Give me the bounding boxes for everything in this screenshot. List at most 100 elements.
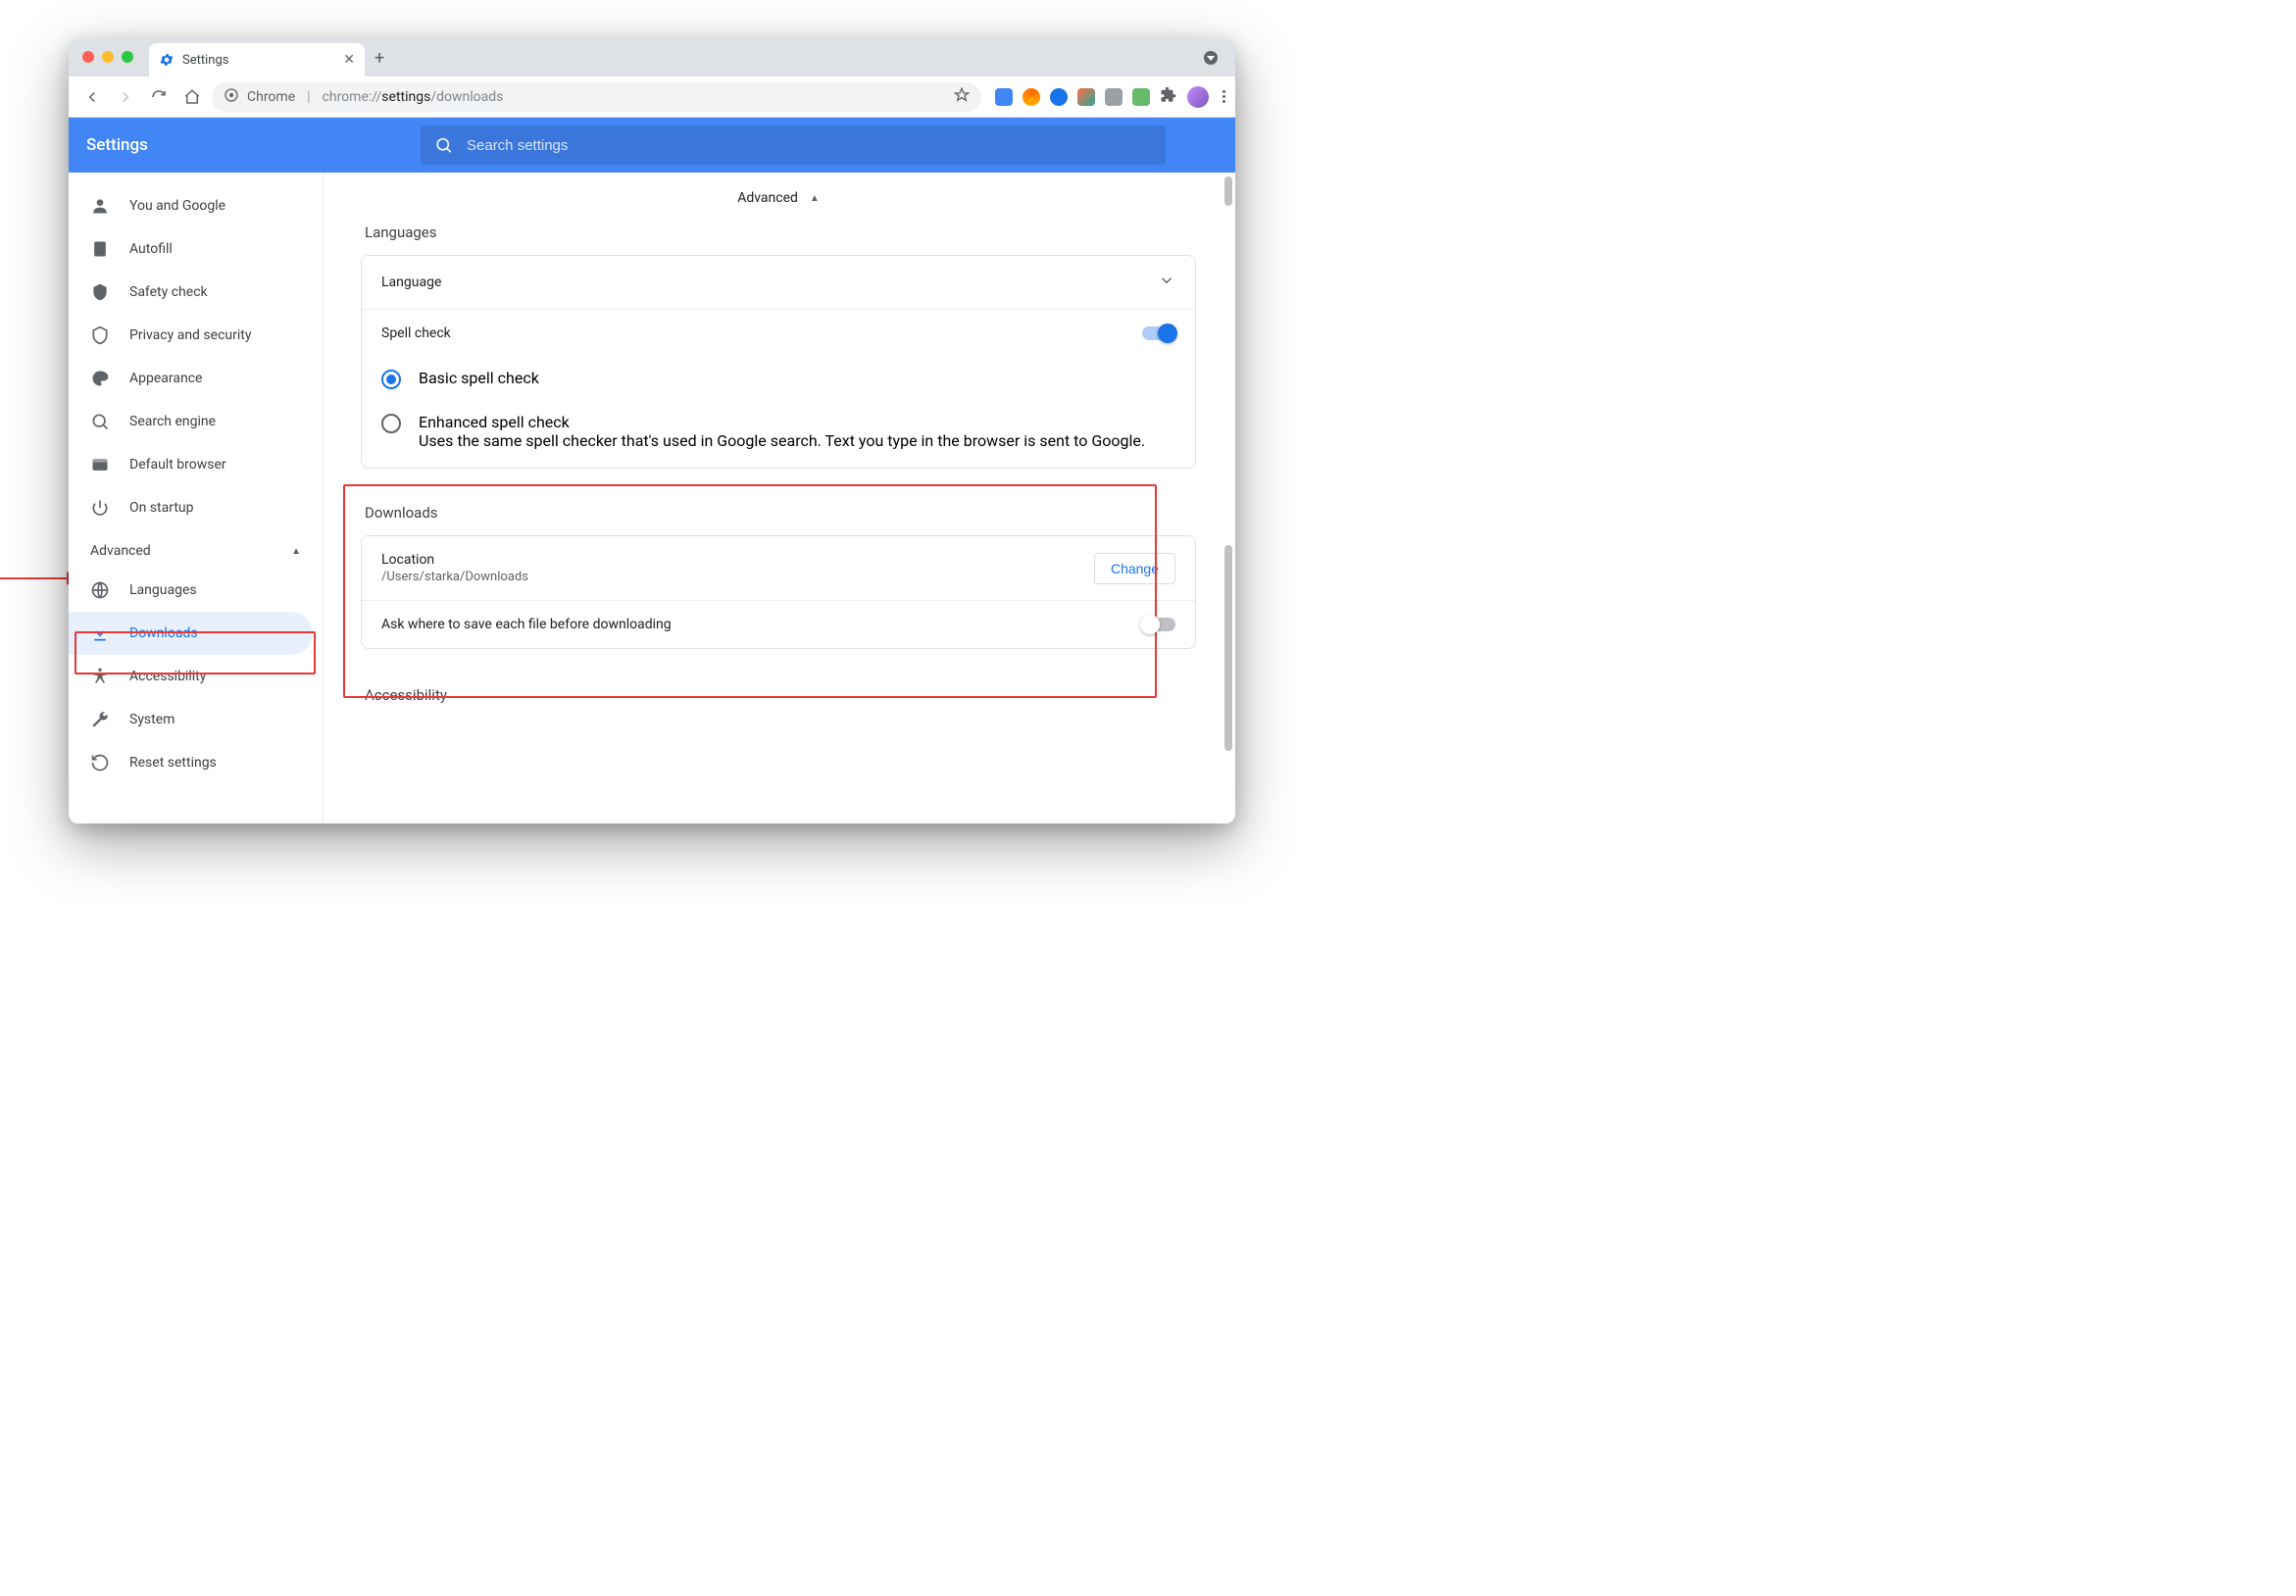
option-description: Uses the same spell checker that's used …	[419, 431, 1145, 450]
sidebar-item-label: Search engine	[129, 414, 216, 429]
downloads-card: Location /Users/starka/Downloads Change …	[361, 535, 1196, 649]
gear-icon	[159, 52, 175, 68]
browser-icon	[90, 455, 110, 474]
sidebar-item-label: Appearance	[129, 371, 202, 386]
extension-icon[interactable]	[1077, 88, 1095, 106]
browser-tab[interactable]: Settings ✕	[149, 43, 365, 76]
languages-card: Language Spell check Basic spell check E…	[361, 255, 1196, 469]
search-icon	[434, 135, 453, 155]
sidebar-item-label: Languages	[129, 582, 197, 598]
extension-icon[interactable]	[1050, 88, 1068, 106]
reload-button[interactable]	[145, 83, 173, 111]
address-bar[interactable]: Chrome | chrome://settings/downloads	[212, 82, 981, 112]
radio-button[interactable]	[381, 370, 401, 389]
sidebar-item-label: Default browser	[129, 457, 226, 473]
row-label: Location	[381, 552, 528, 568]
globe-icon	[90, 580, 110, 600]
sidebar-item-label: You and Google	[129, 198, 225, 214]
extension-icons	[995, 86, 1225, 108]
extensions-puzzle-icon[interactable]	[1160, 86, 1177, 108]
sidebar-item-label: Autofill	[129, 241, 173, 257]
profile-avatar[interactable]	[1187, 86, 1209, 108]
sidebar-item-downloads[interactable]: Downloads	[69, 612, 313, 655]
download-icon	[90, 623, 110, 643]
shield-check-icon	[90, 282, 110, 302]
sidebar-advanced-label: Advanced	[90, 543, 151, 559]
sidebar-item-label: Accessibility	[129, 669, 206, 684]
tab-title: Settings	[182, 53, 228, 68]
sidebar-item-reset[interactable]: Reset settings	[69, 741, 323, 784]
extension-icon[interactable]	[1132, 88, 1150, 106]
incognito-indicator-icon[interactable]	[1204, 51, 1218, 65]
sidebar-item-languages[interactable]: Languages	[69, 569, 323, 612]
close-window-button[interactable]	[82, 51, 94, 63]
sidebar-item-default-browser[interactable]: Default browser	[69, 443, 323, 486]
settings-appbar: Settings	[69, 118, 1235, 173]
annotation-arrow	[0, 572, 78, 585]
page-title: Settings	[86, 135, 148, 155]
shield-icon	[90, 325, 110, 345]
change-location-button[interactable]: Change	[1094, 553, 1175, 584]
row-label: Spell check	[381, 325, 451, 341]
forward-button[interactable]	[112, 83, 139, 111]
sidebar-item-accessibility[interactable]: Accessibility	[69, 655, 323, 698]
bookmark-star-icon[interactable]	[954, 87, 970, 107]
sidebar-item-label: Reset settings	[129, 755, 217, 771]
section-title-accessibility: Accessibility	[365, 686, 1196, 704]
back-button[interactable]	[78, 83, 106, 111]
window-titlebar: Settings ✕ +	[69, 39, 1235, 76]
sidebar-item-label: Downloads	[129, 625, 198, 641]
chevron-up-icon: ▲	[810, 193, 820, 204]
ask-before-download-toggle[interactable]	[1142, 618, 1175, 631]
extension-icon[interactable]	[995, 88, 1013, 106]
section-title-downloads: Downloads	[365, 504, 1196, 522]
spellcheck-toggle[interactable]	[1142, 326, 1175, 340]
basic-spellcheck-option[interactable]: Basic spell check	[362, 357, 1195, 401]
row-label: Ask where to save each file before downl…	[381, 617, 672, 632]
enhanced-spellcheck-option[interactable]: Enhanced spell check Uses the same spell…	[362, 401, 1195, 468]
extension-icon[interactable]	[1105, 88, 1123, 106]
sidebar-item-appearance[interactable]: Appearance	[69, 357, 323, 400]
sidebar-item-label: Privacy and security	[129, 327, 251, 343]
scrollbar[interactable]	[1223, 173, 1233, 823]
sidebar-advanced-toggle[interactable]: Advanced ▲	[69, 529, 323, 569]
sidebar-item-safety-check[interactable]: Safety check	[69, 271, 323, 314]
settings-main: Advanced ▲ Languages Language Spell chec…	[324, 173, 1235, 823]
minimize-window-button[interactable]	[102, 51, 114, 63]
chevron-up-icon: ▲	[291, 546, 301, 557]
sidebar-item-label: System	[129, 712, 175, 727]
power-icon	[90, 498, 110, 518]
sidebar-item-label: On startup	[129, 500, 194, 516]
url-chip: Chrome	[247, 89, 295, 105]
search-icon	[90, 412, 110, 431]
close-tab-button[interactable]: ✕	[343, 52, 355, 68]
settings-sidebar: You and Google Autofill Safety check Pri…	[69, 173, 324, 823]
sidebar-item-on-startup[interactable]: On startup	[69, 486, 323, 529]
spellcheck-row: Spell check	[362, 309, 1195, 357]
chrome-menu-button[interactable]	[1223, 90, 1225, 103]
site-info-icon[interactable]	[224, 87, 239, 107]
url-text: chrome://settings/downloads	[323, 89, 504, 105]
browser-toolbar: Chrome | chrome://settings/downloads	[69, 76, 1235, 118]
option-label: Basic spell check	[419, 369, 539, 387]
settings-search-input[interactable]	[467, 137, 1152, 154]
option-label: Enhanced spell check	[419, 413, 1145, 431]
new-tab-button[interactable]: +	[374, 48, 384, 69]
window-controls	[82, 51, 133, 63]
maximize-window-button[interactable]	[122, 51, 133, 63]
radio-button[interactable]	[381, 414, 401, 433]
wrench-icon	[90, 710, 110, 729]
download-location-row: Location /Users/starka/Downloads Change	[362, 536, 1195, 600]
sidebar-item-system[interactable]: System	[69, 698, 323, 741]
advanced-section-header[interactable]: Advanced ▲	[361, 190, 1196, 206]
extension-icon[interactable]	[1023, 88, 1040, 106]
sidebar-item-autofill[interactable]: Autofill	[69, 227, 323, 271]
sidebar-item-search-engine[interactable]: Search engine	[69, 400, 323, 443]
home-button[interactable]	[178, 83, 206, 111]
ask-before-download-row: Ask where to save each file before downl…	[362, 600, 1195, 648]
sidebar-item-you-and-google[interactable]: You and Google	[69, 184, 323, 227]
sidebar-item-privacy[interactable]: Privacy and security	[69, 314, 323, 357]
palette-icon	[90, 369, 110, 388]
language-row[interactable]: Language	[362, 256, 1195, 309]
settings-search[interactable]	[421, 125, 1166, 165]
